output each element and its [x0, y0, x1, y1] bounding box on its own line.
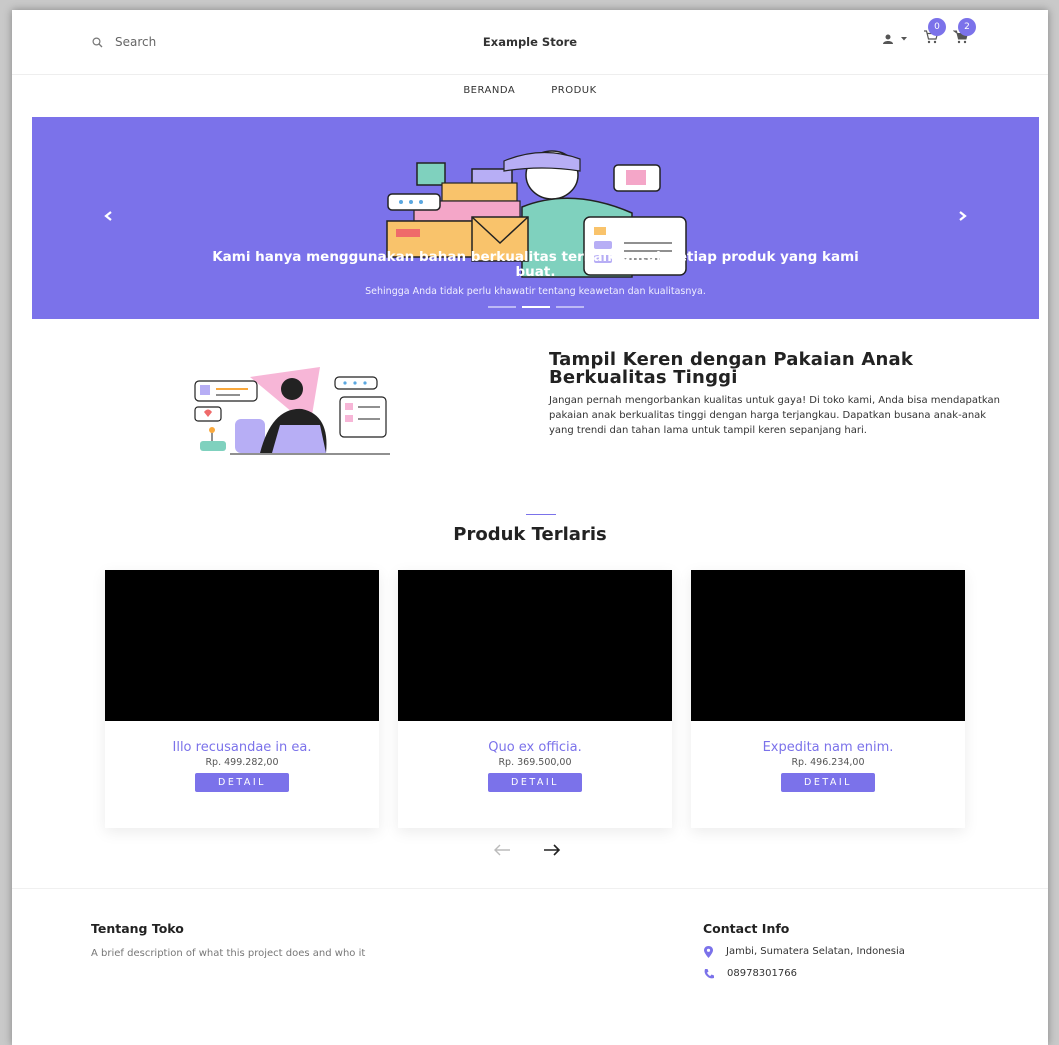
page: Search Example Store 0 2 BERANDA PRODUK …	[12, 10, 1048, 1045]
carousel-indicator[interactable]	[487, 306, 516, 308]
product-price: Rp. 369.500,00	[498, 757, 572, 768]
header: Search Example Store 0 2	[12, 10, 1048, 75]
section-divider	[526, 514, 556, 515]
detail-button[interactable]: DETAIL	[195, 773, 289, 792]
user-icon	[883, 34, 893, 44]
detail-button[interactable]: DETAIL	[781, 773, 875, 792]
chevron-down-icon	[901, 37, 907, 41]
product-image[interactable]	[691, 570, 965, 721]
cart-count-badge: 2	[958, 18, 976, 36]
footer-about-desc: A brief description of what this project…	[91, 948, 366, 959]
nav-item-produk[interactable]: PRODUK	[549, 85, 598, 96]
footer-about-title: Tentang Toko	[91, 921, 184, 936]
hero-subtitle: Sehingga Anda tidak perlu khawatir tenta…	[365, 286, 706, 297]
nav-item-beranda[interactable]: BERANDA	[461, 85, 517, 96]
chevron-right-icon[interactable]	[955, 209, 969, 223]
footer: Tentang Toko A brief description of what…	[12, 888, 1048, 1045]
carousel-indicators	[32, 306, 1039, 308]
footer-phone[interactable]: 08978301766	[727, 968, 797, 980]
hero-carousel: Kami hanya menggunakan bahan berkualitas…	[32, 117, 1039, 319]
about-section: Tampil Keren dengan Pakaian Anak Berkual…	[549, 351, 1014, 438]
about-title: Tampil Keren dengan Pakaian Anak Berkual…	[549, 349, 914, 388]
main-nav: BERANDA PRODUK	[12, 85, 1048, 96]
product-card[interactable]: Quo ex officia. Rp. 369.500,00 DETAIL	[398, 570, 672, 828]
phone-icon	[704, 969, 714, 979]
product-image[interactable]	[398, 570, 672, 721]
wishlist-count-badge: 0	[928, 18, 946, 36]
about-body: Jangan pernah mengorbankan kualitas untu…	[549, 395, 1000, 436]
carousel-indicator[interactable]	[555, 306, 584, 308]
product-pager	[492, 843, 562, 857]
carousel-indicator-active[interactable]	[521, 306, 550, 308]
product-price: Rp. 499.282,00	[205, 757, 279, 768]
product-card[interactable]: Illo recusandae in ea. Rp. 499.282,00 DE…	[105, 570, 379, 828]
shopping-illustration	[194, 367, 390, 455]
footer-address: Jambi, Sumatera Selatan, Indonesia	[726, 946, 905, 957]
product-name[interactable]: Expedita nam enim.	[691, 740, 965, 755]
arrow-right-icon[interactable]	[542, 843, 562, 857]
detail-button[interactable]: DETAIL	[488, 773, 582, 792]
product-name[interactable]: Quo ex officia.	[398, 740, 672, 755]
chevron-left-icon[interactable]	[102, 209, 116, 223]
product-name[interactable]: Illo recusandae in ea.	[105, 740, 379, 755]
product-image[interactable]	[105, 570, 379, 721]
best-sellers-title: Produk Terlaris	[453, 524, 607, 545]
map-pin-icon	[704, 946, 713, 958]
arrow-left-icon[interactable]	[492, 843, 512, 857]
product-carousel: Illo recusandae in ea. Rp. 499.282,00 DE…	[105, 570, 965, 828]
product-price: Rp. 496.234,00	[791, 757, 865, 768]
hero-title: Kami hanya menggunakan bahan berkualitas…	[212, 249, 859, 280]
footer-contact-title: Contact Info	[703, 921, 790, 936]
user-menu[interactable]	[880, 24, 910, 44]
cart-button[interactable]: 2	[952, 18, 976, 44]
wishlist-button[interactable]: 0	[922, 18, 946, 44]
product-card[interactable]: Expedita nam enim. Rp. 496.234,00 DETAIL	[691, 570, 965, 828]
